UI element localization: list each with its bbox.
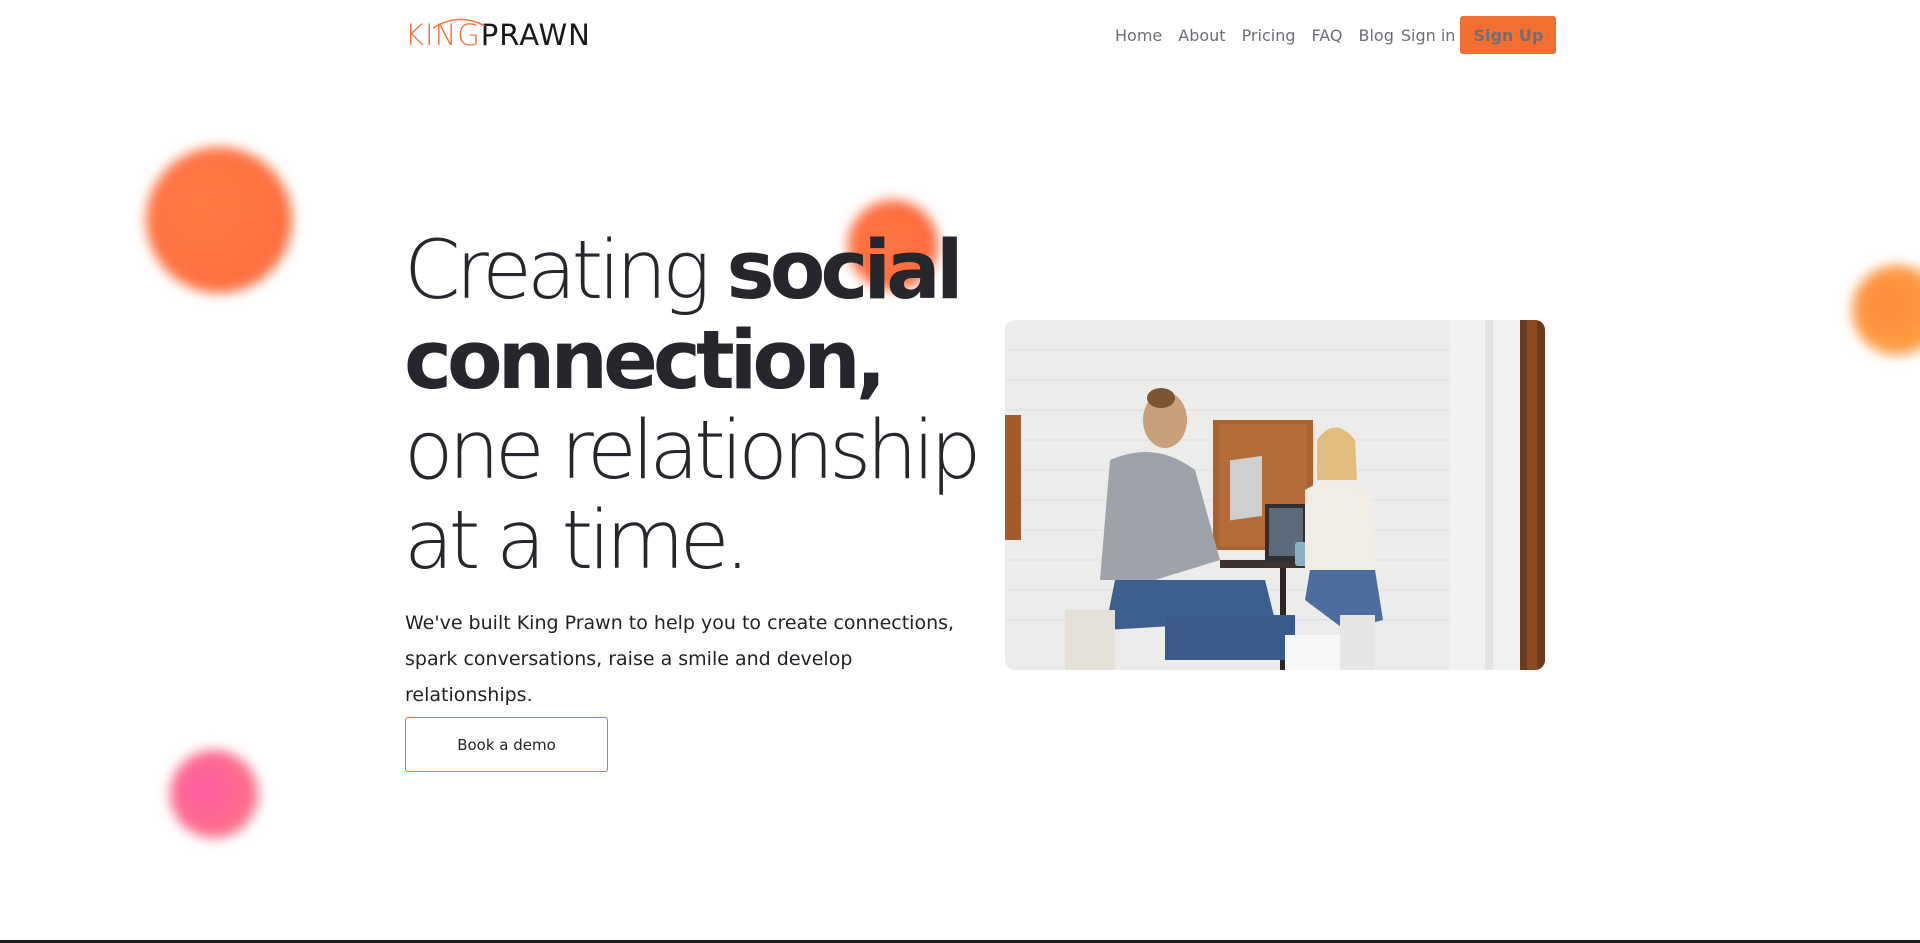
hero-title-light-1: Creating <box>404 224 727 318</box>
site-logo[interactable]: KING PRAWN <box>405 18 591 52</box>
hero-title-light-2: one relationship <box>404 404 982 498</box>
hero-photo <box>1005 320 1545 670</box>
hero-title-bold-1: social <box>726 224 964 318</box>
hero-title: Creating social connection, one relation… <box>404 226 982 588</box>
main-nav: Home About Pricing FAQ Blog Sign in Sign… <box>1115 16 1557 54</box>
sign-up-button[interactable]: Sign Up <box>1460 16 1557 54</box>
hero-photo-illustration <box>1005 320 1545 670</box>
sign-in-link[interactable]: Sign in <box>1401 26 1456 45</box>
nav-blog[interactable]: Blog <box>1359 26 1394 45</box>
hero-subtitle: We've built King Prawn to help you to cr… <box>405 612 955 706</box>
hero-title-bold-2: connection, <box>404 314 887 408</box>
landing-page: KING PRAWN Home About Pricing FAQ Blog S… <box>0 0 1920 943</box>
nav-about[interactable]: About <box>1178 26 1225 45</box>
hero-title-line-1: Creating social <box>404 226 964 316</box>
book-demo-button[interactable]: Book a demo <box>405 717 608 772</box>
decorative-orange-circle <box>1852 265 1920 355</box>
logo-arc-icon <box>432 18 486 29</box>
logo-prawn-text: PRAWN <box>480 18 591 52</box>
nav-home[interactable]: Home <box>1115 26 1162 45</box>
decorative-pink-circle <box>170 750 258 838</box>
hero-title-light-3: at a time. <box>404 494 750 588</box>
site-header: KING PRAWN Home About Pricing FAQ Blog S… <box>0 0 1920 70</box>
nav-pricing[interactable]: Pricing <box>1242 26 1296 45</box>
decorative-orange-circle <box>146 147 292 293</box>
nav-faq[interactable]: FAQ <box>1312 26 1343 45</box>
